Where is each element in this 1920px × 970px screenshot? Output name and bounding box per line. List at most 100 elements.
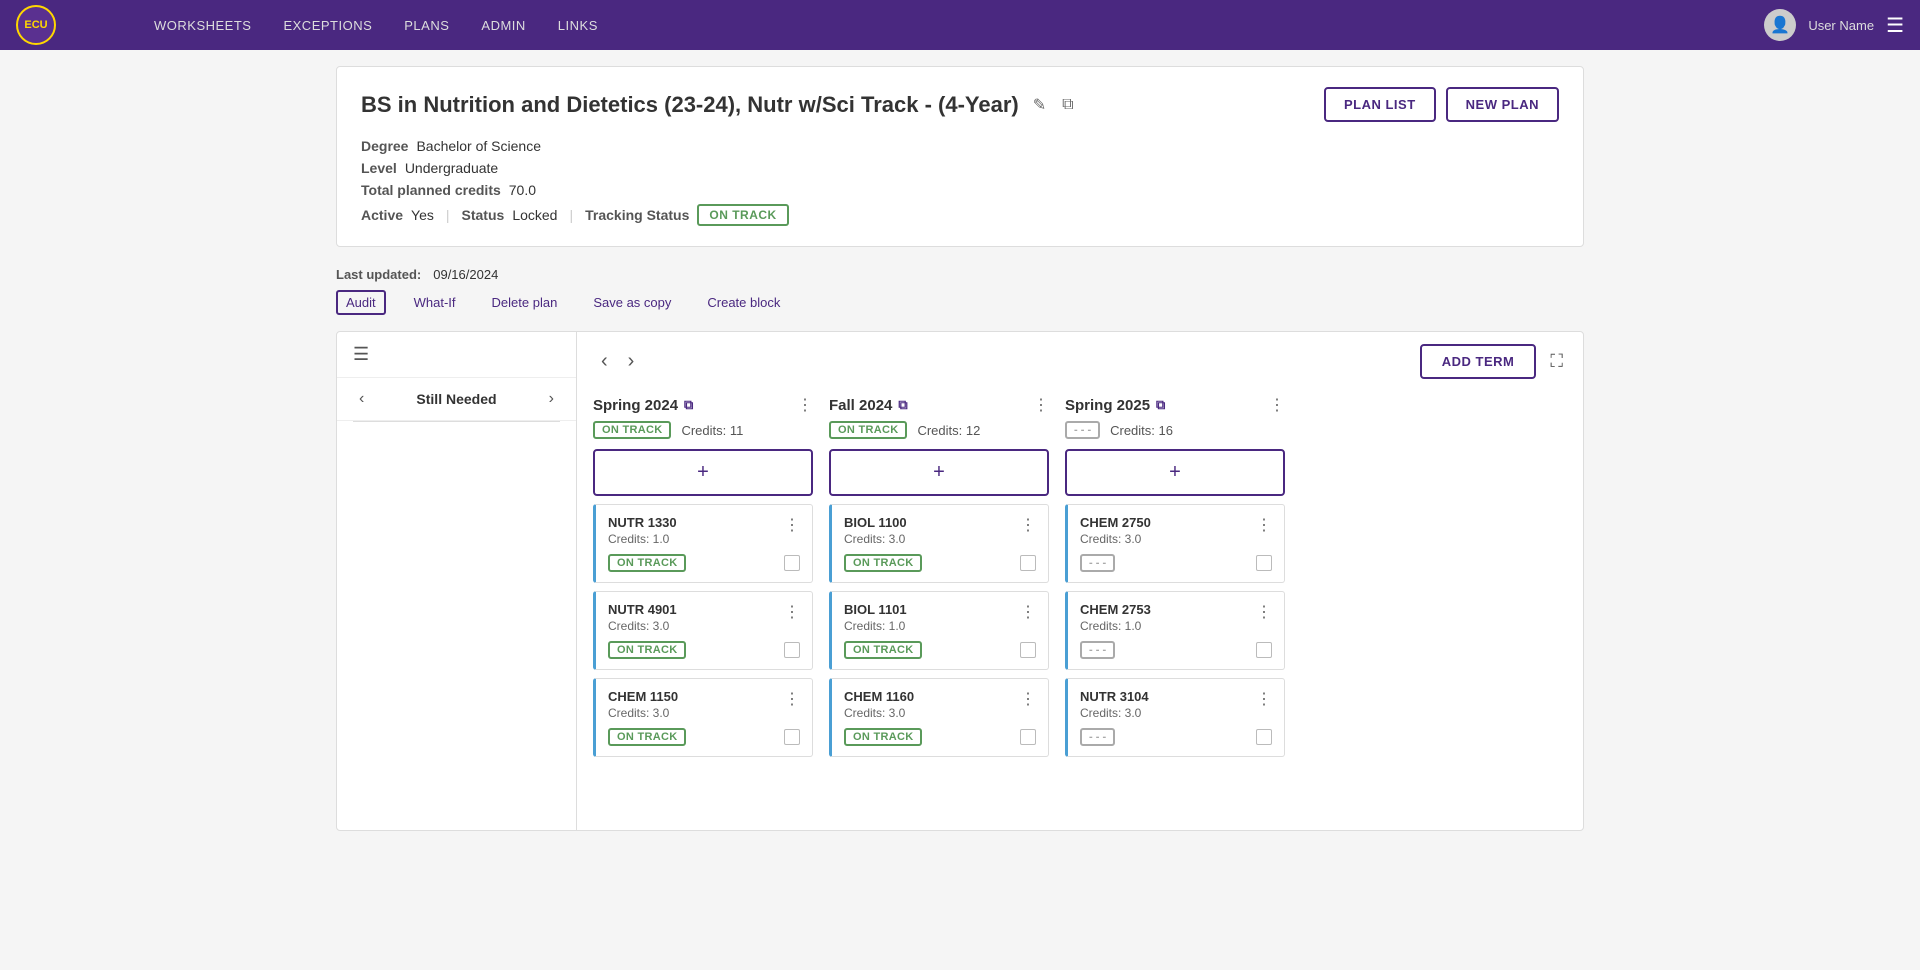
plan-sidebar: ☰ ‹ Still Needed › bbox=[337, 332, 577, 830]
term-copy-icon[interactable]: ⧉ bbox=[1156, 397, 1165, 413]
term-header: Spring 2024 ⧉ ⋮ ON TRACK Credits: 11 bbox=[593, 395, 813, 439]
course-card: NUTR 1330 Credits: 1.0 ⋮ ON TRACK bbox=[593, 504, 813, 583]
course-card-header: NUTR 3104 Credits: 3.0 ⋮ bbox=[1080, 689, 1272, 720]
course-footer: ON TRACK bbox=[608, 554, 800, 572]
term-menu-icon[interactable]: ⋮ bbox=[1033, 395, 1049, 415]
term-column-spring2024: Spring 2024 ⧉ ⋮ ON TRACK Credits: 11 + N… bbox=[593, 395, 813, 765]
sidebar-nav: ‹ Still Needed › bbox=[337, 378, 576, 421]
audit-link[interactable]: Audit bbox=[336, 290, 386, 315]
save-as-copy-link[interactable]: Save as copy bbox=[585, 291, 679, 314]
delete-plan-link[interactable]: Delete plan bbox=[484, 291, 566, 314]
course-checkbox[interactable] bbox=[784, 642, 800, 658]
ecu-logo: ECU bbox=[16, 5, 56, 45]
course-menu-icon[interactable]: ⋮ bbox=[1020, 515, 1036, 535]
nav-plans[interactable]: PLANS bbox=[390, 12, 463, 39]
active-value: Yes bbox=[411, 207, 434, 223]
course-checkbox[interactable] bbox=[1020, 642, 1036, 658]
course-status-badge: ON TRACK bbox=[844, 728, 922, 746]
term-menu-icon[interactable]: ⋮ bbox=[797, 395, 813, 415]
term-title-text: Spring 2024 bbox=[593, 397, 678, 414]
course-card-header: BIOL 1101 Credits: 1.0 ⋮ bbox=[844, 602, 1036, 633]
copy-plan-icon[interactable]: ⧉ bbox=[1058, 93, 1077, 117]
plan-list-button[interactable]: PLAN LIST bbox=[1324, 87, 1436, 122]
separator1: | bbox=[446, 207, 450, 223]
columns-toolbar: ‹ › ADD TERM ⛶ bbox=[593, 344, 1567, 379]
term-title: Spring 2025 ⧉ bbox=[1065, 397, 1165, 414]
add-term-button[interactable]: ADD TERM bbox=[1420, 344, 1537, 379]
columns-prev-button[interactable]: ‹ bbox=[593, 348, 616, 375]
course-checkbox[interactable] bbox=[784, 729, 800, 745]
course-name: CHEM 2753 bbox=[1080, 602, 1151, 617]
course-checkbox[interactable] bbox=[1256, 642, 1272, 658]
term-header: Spring 2025 ⧉ ⋮ - - - Credits: 16 bbox=[1065, 395, 1285, 439]
term-credits: Credits: 16 bbox=[1110, 423, 1173, 438]
course-checkbox[interactable] bbox=[1256, 555, 1272, 571]
course-card-header: CHEM 2753 Credits: 1.0 ⋮ bbox=[1080, 602, 1272, 633]
course-credits: Credits: 1.0 bbox=[608, 532, 677, 546]
term-menu-icon[interactable]: ⋮ bbox=[1269, 395, 1285, 415]
hamburger-menu-icon[interactable]: ☰ bbox=[1886, 13, 1904, 38]
nav-worksheets[interactable]: WORKSHEETS bbox=[140, 12, 265, 39]
course-card: CHEM 2753 Credits: 1.0 ⋮ - - - bbox=[1065, 591, 1285, 670]
nav-links: WORKSHEETS EXCEPTIONS PLANS ADMIN LINKS bbox=[140, 12, 1740, 39]
sidebar-prev-button[interactable]: ‹ bbox=[353, 388, 370, 410]
nav-links-item[interactable]: LINKS bbox=[544, 12, 612, 39]
add-course-button[interactable]: + bbox=[1065, 449, 1285, 496]
level-label: Level bbox=[361, 160, 397, 176]
plan-action-buttons: PLAN LIST NEW PLAN bbox=[1324, 87, 1559, 122]
sidebar-hamburger-icon[interactable]: ☰ bbox=[353, 344, 369, 365]
add-course-button[interactable]: + bbox=[593, 449, 813, 496]
columns-next-button[interactable]: › bbox=[620, 348, 643, 375]
course-menu-icon[interactable]: ⋮ bbox=[784, 689, 800, 709]
nav-admin[interactable]: ADMIN bbox=[467, 12, 539, 39]
logo: ECU bbox=[16, 5, 116, 45]
sidebar-next-button[interactable]: › bbox=[543, 388, 560, 410]
course-footer: ON TRACK bbox=[844, 554, 1036, 572]
term-status-badge: ON TRACK bbox=[829, 421, 907, 439]
course-card-header: CHEM 1150 Credits: 3.0 ⋮ bbox=[608, 689, 800, 720]
course-checkbox[interactable] bbox=[1020, 555, 1036, 571]
last-updated-value: 09/16/2024 bbox=[433, 267, 498, 282]
create-block-link[interactable]: Create block bbox=[699, 291, 788, 314]
course-menu-icon[interactable]: ⋮ bbox=[1256, 515, 1272, 535]
new-plan-button[interactable]: NEW PLAN bbox=[1446, 87, 1559, 122]
degree-label: Degree bbox=[361, 138, 408, 154]
course-menu-icon[interactable]: ⋮ bbox=[784, 602, 800, 622]
course-card-header: BIOL 1100 Credits: 3.0 ⋮ bbox=[844, 515, 1036, 546]
course-menu-icon[interactable]: ⋮ bbox=[1020, 602, 1036, 622]
what-if-link[interactable]: What-If bbox=[406, 291, 464, 314]
course-checkbox[interactable] bbox=[1256, 729, 1272, 745]
edit-plan-icon[interactable]: ✎ bbox=[1029, 93, 1050, 117]
top-navigation: ECU WORKSHEETS EXCEPTIONS PLANS ADMIN LI… bbox=[0, 0, 1920, 50]
course-name: BIOL 1100 bbox=[844, 515, 907, 530]
term-title-row: Spring 2025 ⧉ ⋮ bbox=[1065, 395, 1285, 415]
term-columns: Spring 2024 ⧉ ⋮ ON TRACK Credits: 11 + N… bbox=[593, 395, 1567, 765]
course-card: NUTR 3104 Credits: 3.0 ⋮ - - - bbox=[1065, 678, 1285, 757]
course-status-badge: ON TRACK bbox=[608, 554, 686, 572]
add-course-button[interactable]: + bbox=[829, 449, 1049, 496]
course-menu-icon[interactable]: ⋮ bbox=[1256, 602, 1272, 622]
course-card: BIOL 1101 Credits: 1.0 ⋮ ON TRACK bbox=[829, 591, 1049, 670]
expand-icon[interactable]: ⛶ bbox=[1546, 347, 1567, 376]
sidebar-title: Still Needed bbox=[378, 391, 534, 407]
course-credits: Credits: 3.0 bbox=[1080, 532, 1151, 546]
course-menu-icon[interactable]: ⋮ bbox=[1256, 689, 1272, 709]
course-card: NUTR 4901 Credits: 3.0 ⋮ ON TRACK bbox=[593, 591, 813, 670]
course-card-header: NUTR 4901 Credits: 3.0 ⋮ bbox=[608, 602, 800, 633]
term-title-row: Spring 2024 ⧉ ⋮ bbox=[593, 395, 813, 415]
nav-exceptions[interactable]: EXCEPTIONS bbox=[269, 12, 386, 39]
course-menu-icon[interactable]: ⋮ bbox=[1020, 689, 1036, 709]
term-copy-icon[interactable]: ⧉ bbox=[898, 397, 907, 413]
term-status-row: - - - Credits: 16 bbox=[1065, 421, 1285, 439]
term-status-badge: - - - bbox=[1065, 421, 1100, 439]
course-checkbox[interactable] bbox=[784, 555, 800, 571]
course-status-badge: - - - bbox=[1080, 641, 1115, 659]
separator2: | bbox=[569, 207, 573, 223]
course-checkbox[interactable] bbox=[1020, 729, 1036, 745]
sidebar-divider bbox=[353, 421, 560, 422]
course-menu-icon[interactable]: ⋮ bbox=[784, 515, 800, 535]
term-copy-icon[interactable]: ⧉ bbox=[684, 397, 693, 413]
course-credits: Credits: 1.0 bbox=[844, 619, 907, 633]
course-footer: ON TRACK bbox=[608, 728, 800, 746]
columns-area: ‹ › ADD TERM ⛶ Spring 2024 ⧉ ⋮ ON bbox=[577, 332, 1583, 830]
